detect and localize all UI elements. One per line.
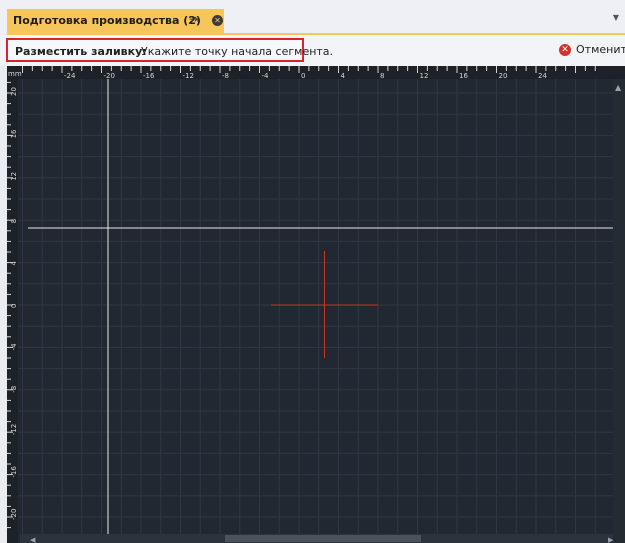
h-ruler-label: 8	[380, 72, 384, 80]
v-ruler-label: -16	[10, 466, 18, 478]
horizontal-scrollbar-thumb[interactable]	[225, 535, 421, 542]
h-ruler-label: 4	[341, 72, 346, 80]
command-prompt: Укажите точку начала сегмента.	[141, 45, 334, 58]
v-ruler-label: -12	[10, 424, 18, 435]
units-label: mm	[8, 70, 22, 78]
v-ruler-label: -8	[10, 386, 18, 393]
v-ruler-label: -20	[10, 509, 18, 520]
v-ruler-label: -4	[10, 343, 18, 351]
scroll-up-arrow-icon[interactable]: ▲	[615, 83, 622, 92]
horizontal-ruler	[7, 66, 625, 79]
command-bar: Разместить заливку: Укажите точку начала…	[0, 35, 625, 66]
h-ruler-label: 20	[499, 72, 508, 80]
command-prompt-highlight: Разместить заливку: Укажите точку начала…	[6, 38, 333, 62]
h-ruler-label: 0	[301, 72, 305, 80]
h-ruler-label: -24	[64, 72, 76, 80]
document-tab-title: Подготовка производства (2)	[13, 14, 201, 27]
document-tab-strip: Подготовка производства (2) ⇥ ✕ ▼	[0, 0, 625, 35]
h-ruler-label: 24	[538, 72, 547, 80]
h-ruler-label: 12	[420, 72, 429, 80]
h-ruler-label: 16	[459, 72, 468, 80]
grid-lines	[18, 79, 613, 534]
vertical-scrollbar[interactable]	[613, 79, 625, 543]
h-ruler-label: -16	[143, 72, 155, 80]
command-label: Разместить заливку:	[15, 45, 147, 58]
h-ruler-label: -12	[183, 72, 194, 80]
v-ruler-label: 4	[10, 261, 18, 266]
v-ruler-label: 20	[10, 87, 18, 96]
document-tab[interactable]: Подготовка производства (2) ⇥ ✕	[7, 9, 224, 33]
scroll-left-arrow-icon[interactable]: ◀	[30, 536, 36, 543]
tab-overflow-chevron-icon[interactable]: ▼	[613, 13, 619, 22]
pin-icon[interactable]: ⇥	[189, 12, 199, 26]
drawing-canvas[interactable]: -24 -20 -16 -12 -8 -4 0 4 8 12 16 20 24 20 16 12 8 4 0 -4 -…	[7, 66, 625, 543]
v-ruler-label: 12	[10, 172, 18, 181]
v-ruler-label: 0	[10, 304, 18, 308]
cancel-icon: ✕	[559, 44, 571, 56]
cancel-button-label: Отменить	[576, 43, 625, 56]
v-ruler-label: 8	[10, 219, 18, 223]
h-ruler-label: -8	[222, 72, 229, 80]
h-ruler-label: -4	[262, 72, 270, 80]
close-icon[interactable]: ✕	[212, 15, 223, 26]
h-ruler-label: -20	[104, 72, 115, 80]
canvas-svg[interactable]: -24 -20 -16 -12 -8 -4 0 4 8 12 16 20 24 20 16 12 8 4 0 -4 -…	[7, 66, 625, 543]
v-ruler-label: 16	[10, 129, 18, 138]
scroll-right-arrow-icon[interactable]: ▶	[608, 536, 614, 543]
